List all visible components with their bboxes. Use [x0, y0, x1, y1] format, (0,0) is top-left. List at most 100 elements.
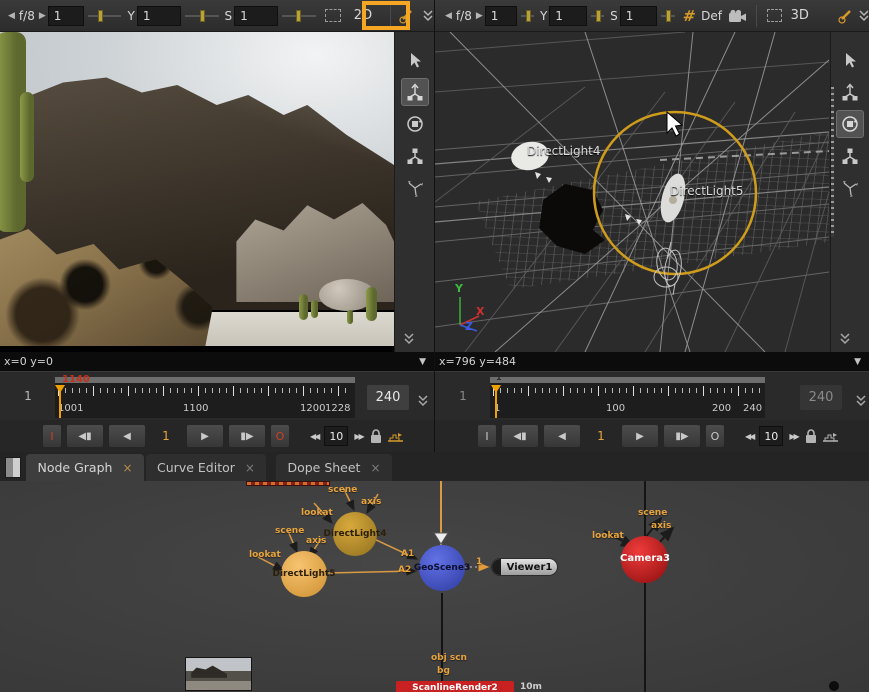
3d-light5-label: DirectLight5: [670, 184, 744, 198]
jump-back-button[interactable]: ◀◀: [743, 432, 755, 441]
default-display-button[interactable]: Def: [701, 9, 722, 23]
saturation-input[interactable]: 1: [234, 6, 278, 26]
set-in-point-button[interactable]: I: [42, 424, 62, 448]
fstop-prev-button[interactable]: ◀: [443, 11, 454, 21]
frame-increment-input[interactable]: 10: [324, 426, 348, 446]
mini-scrollbar[interactable]: [831, 87, 834, 237]
set-out-point-button[interactable]: O: [270, 424, 290, 448]
toolbar-collapse-icon[interactable]: [422, 9, 434, 23]
wireframe-grid-icon[interactable]: #: [681, 7, 696, 25]
gain-slider[interactable]: [88, 15, 122, 17]
tab-curve-editor[interactable]: Curve Editor ×: [146, 454, 266, 481]
rotate-tool-button[interactable]: [401, 110, 429, 138]
eyedropper-icon[interactable]: [837, 8, 852, 24]
prev-keyframe-button[interactable]: ◀▮: [66, 424, 104, 448]
axis-x-label: X: [476, 305, 484, 318]
gamma-input[interactable]: 1: [549, 6, 587, 26]
jump-back-button[interactable]: ◀◀: [308, 432, 320, 441]
viewer-mode-3d-button[interactable]: 3D: [791, 8, 809, 23]
skew-tool-button[interactable]: [401, 174, 429, 202]
prev-keyframe-button[interactable]: ◀▮: [501, 424, 539, 448]
set-out-point-button[interactable]: O: [705, 424, 725, 448]
saturation-slider[interactable]: [661, 15, 674, 17]
cropped-node[interactable]: [246, 481, 330, 486]
range-start-display[interactable]: 1: [10, 384, 46, 408]
next-keyframe-button[interactable]: ▮▶: [228, 424, 266, 448]
node-viewer1[interactable]: Viewer1: [491, 558, 558, 576]
step-forward-button[interactable]: ▶: [621, 424, 659, 448]
step-back-button[interactable]: ◀: [543, 424, 581, 448]
node-dot[interactable]: [829, 681, 839, 691]
close-icon[interactable]: ×: [122, 461, 132, 475]
frame-increment-input[interactable]: 10: [759, 426, 783, 446]
pane-layout-icon[interactable]: [5, 457, 21, 478]
timeline-collapse-icon[interactable]: [417, 394, 429, 408]
gamma-slider[interactable]: [185, 15, 219, 17]
gamma-input[interactable]: 1: [137, 6, 181, 26]
viewer3d-canvas[interactable]: DirectLight4 DirectLight5 Y X Z: [435, 32, 830, 352]
pointer-tool-button[interactable]: [836, 46, 864, 74]
step-forward-button[interactable]: ▶: [186, 424, 224, 448]
viewer3d-transport: I ◀▮ ◀ 1 ▶ ▮▶ O ◀◀ 10 ▶▶: [435, 420, 869, 452]
playhead-line[interactable]: [59, 385, 61, 418]
read-node-thumbnail[interactable]: [185, 657, 252, 691]
tab-node-graph[interactable]: Node Graph ×: [26, 454, 144, 481]
fstop-label[interactable]: f/8: [456, 9, 472, 23]
pipe-label-bg: bg: [437, 666, 450, 676]
flipbook-ramp-icon[interactable]: [822, 429, 840, 443]
range-start-display[interactable]: 1: [445, 384, 481, 408]
toolbar-collapse-icon[interactable]: [858, 9, 869, 23]
camera-icon[interactable]: [728, 9, 747, 23]
saturation-input[interactable]: 1: [620, 6, 658, 26]
lock-range-icon[interactable]: [804, 428, 818, 444]
roi-icon[interactable]: [767, 9, 782, 22]
scale-tool-button[interactable]: [401, 142, 429, 170]
gain-slider[interactable]: [521, 15, 534, 17]
range-end-display[interactable]: 240: [800, 385, 842, 410]
tools-collapse-icon[interactable]: [839, 332, 851, 346]
tools-collapse-icon[interactable]: [403, 332, 415, 346]
fstop-next-button[interactable]: ▶: [474, 11, 485, 21]
scale-tool-button[interactable]: [836, 142, 864, 170]
lock-range-icon[interactable]: [369, 428, 383, 444]
jump-forward-button[interactable]: ▶▶: [352, 432, 364, 441]
close-icon[interactable]: ×: [245, 461, 255, 475]
tick-label: 1228: [325, 403, 350, 414]
fstop-label[interactable]: f/8: [19, 9, 35, 23]
status-dropdown-icon[interactable]: ▼: [419, 357, 426, 367]
roi-icon[interactable]: [325, 9, 341, 22]
current-frame-display[interactable]: 1: [150, 429, 182, 443]
viewer-mode-2d-button[interactable]: 2D: [354, 8, 372, 23]
current-frame-display[interactable]: 1: [585, 429, 617, 443]
next-keyframe-button[interactable]: ▮▶: [663, 424, 701, 448]
saturation-slider[interactable]: [282, 15, 316, 17]
gamma-slider[interactable]: [591, 15, 604, 17]
status-dropdown-icon[interactable]: ▼: [854, 357, 861, 367]
close-icon[interactable]: ×: [370, 461, 380, 475]
flipbook-ramp-icon[interactable]: [387, 429, 405, 443]
eyedropper-icon[interactable]: [398, 8, 414, 24]
tab-dope-sheet[interactable]: Dope Sheet ×: [276, 454, 392, 481]
rotate-tool-button[interactable]: [836, 110, 864, 138]
pointer-tool-button[interactable]: [401, 46, 429, 74]
timeline-ruler[interactable]: 1 100 200 240: [490, 383, 765, 418]
translate-tool-button[interactable]: [836, 78, 864, 106]
translate-tool-button[interactable]: [401, 78, 429, 106]
skew-tool-button[interactable]: [836, 174, 864, 202]
timeline-ruler[interactable]: 1001 1100 1200 1228: [55, 383, 355, 418]
input-label-a2: A2: [398, 565, 411, 575]
gain-input[interactable]: 1: [48, 6, 84, 26]
major-ticks: [493, 386, 762, 396]
fstop-next-button[interactable]: ▶: [37, 11, 48, 21]
step-back-button[interactable]: ◀: [108, 424, 146, 448]
timeline-collapse-icon[interactable]: [855, 394, 867, 408]
viewer2d-canvas[interactable]: [0, 32, 394, 352]
node-scanlinerender2[interactable]: ScanlineRender2: [396, 681, 514, 692]
jump-forward-button[interactable]: ▶▶: [787, 432, 799, 441]
node-graph-canvas[interactable]: scene axis lookat scene axis lookat scen…: [0, 481, 869, 692]
set-in-point-button[interactable]: I: [477, 424, 497, 448]
gain-input[interactable]: 1: [485, 6, 517, 26]
range-end-display[interactable]: 240: [367, 385, 409, 410]
playhead-line[interactable]: [495, 385, 497, 418]
fstop-prev-button[interactable]: ◀: [6, 11, 17, 21]
